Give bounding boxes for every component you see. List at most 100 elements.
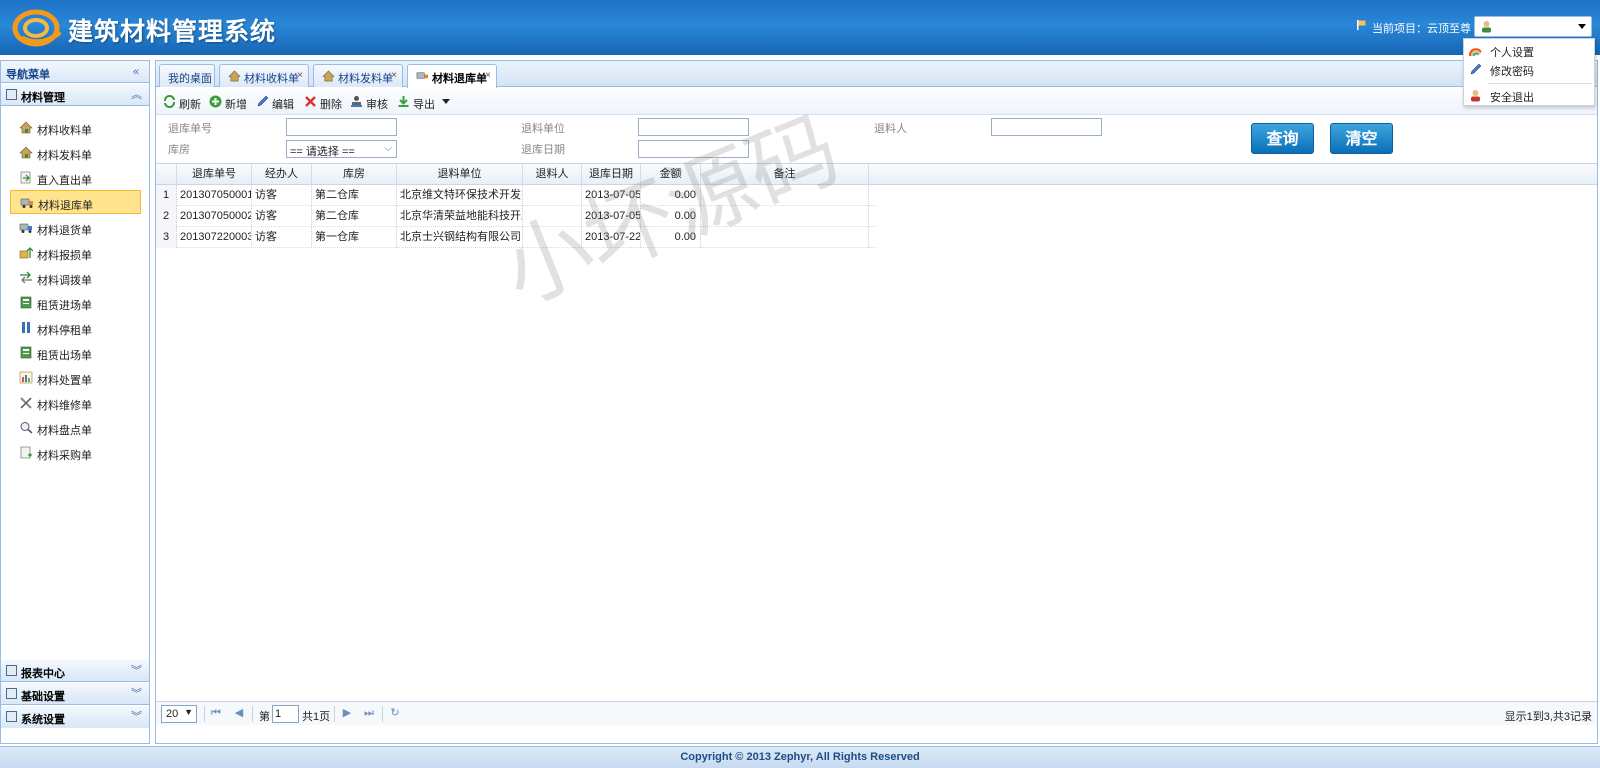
column-header[interactable]: 退料人: [523, 164, 582, 185]
chevron-down-icon: [1578, 24, 1586, 29]
delete-button[interactable]: 删除: [304, 94, 344, 111]
export-button[interactable]: 导出: [397, 94, 453, 111]
section-header-system-settings[interactable]: 系统设置 ︾: [1, 706, 149, 728]
last-page-icon[interactable]: ⏭: [363, 707, 375, 720]
table-row[interactable]: 2 201307050002 访客 第二仓库 北京华清荣益地能科技开发有 201…: [156, 206, 876, 227]
footer: Copyright © 2013 Zephyr, All Rights Rese…: [0, 746, 1600, 768]
page-number-input[interactable]: 1: [272, 705, 299, 723]
current-project-label: 当前项目：云顶至尊: [1372, 23, 1471, 35]
pencil-icon: [257, 95, 269, 107]
transfer-icon: [20, 271, 32, 284]
document-icon: [20, 171, 31, 184]
sidebar-item-material-receive[interactable]: 材料收料单: [10, 116, 141, 140]
column-header[interactable]: 库房: [312, 164, 397, 185]
column-header[interactable]: 金额: [641, 164, 701, 185]
table-row[interactable]: 3 201307220003 访客 第一仓库 北京士兴钢结构有限公司 2013-…: [156, 227, 876, 248]
chevron-up-double-icon: ︽: [131, 89, 142, 101]
clear-button[interactable]: 清空: [1330, 123, 1393, 154]
sidebar-item-material-loss[interactable]: 材料报损单: [10, 241, 141, 265]
page-total: 共1页: [302, 711, 331, 723]
section-icon: [6, 665, 17, 676]
data-grid: 退库单号 经办人 库房 退料单位 退料人 退库日期 金额 备注 1 201307…: [156, 163, 1597, 701]
column-header[interactable]: 退料单位: [397, 164, 523, 185]
returner-input[interactable]: [991, 118, 1102, 136]
sidebar-item-lease-in[interactable]: 租赁进场单: [10, 291, 141, 315]
menu-item-change-password[interactable]: 修改密码: [1464, 60, 1594, 79]
return-unit-input[interactable]: [638, 118, 749, 136]
next-page-icon[interactable]: ▶: [341, 707, 353, 720]
user-exit-icon: [1471, 90, 1480, 102]
refresh-icon: [164, 95, 175, 108]
menu-divider: [1488, 83, 1592, 84]
tab-material-return[interactable]: 材料退库单 ×: [407, 64, 497, 88]
close-icon[interactable]: ×: [485, 70, 491, 81]
user-dropdown-button[interactable]: [1474, 16, 1592, 37]
sidebar-item-material-return[interactable]: 材料退库单: [10, 190, 141, 214]
magnifier-icon: [20, 422, 33, 434]
reload-icon[interactable]: ↻: [389, 707, 401, 720]
tab-bar: 我的桌面 材料收料单 × 材料发料单 × 材料退库单 ×: [156, 61, 1597, 88]
page-size-select[interactable]: 20 ▼: [161, 705, 197, 723]
column-header[interactable]: 经办人: [252, 164, 312, 185]
logo-icon: [12, 9, 62, 47]
sidebar-item-lease-out[interactable]: 租赁出场单: [10, 341, 141, 365]
close-icon[interactable]: ×: [297, 70, 303, 81]
return-unit-label: 退料单位: [521, 123, 565, 135]
sidebar-header: 导航菜单 «: [1, 61, 149, 83]
sidebar: 导航菜单 « 材料管理 ︽ 材料收料单 材料发料单 直入直出单 材料退库单 材料…: [0, 60, 150, 744]
query-button[interactable]: 查询: [1251, 123, 1314, 154]
sidebar-item-material-repair[interactable]: 材料维修单: [10, 391, 141, 415]
table-row[interactable]: 1 201307050001 访客 第二仓库 北京维文特环保技术开发有限 201…: [156, 185, 876, 206]
sidebar-item-direct-in-out[interactable]: 直入直出单: [10, 166, 141, 190]
returner-label: 退料人: [874, 123, 907, 135]
add-button[interactable]: 新增: [209, 94, 249, 111]
sidebar-item-material-issue[interactable]: 材料发料单: [10, 141, 141, 165]
chevron-down-double-icon: ︾: [131, 665, 142, 677]
column-header[interactable]: 退库单号: [177, 164, 252, 185]
sidebar-item-material-purchase[interactable]: 材料采购单: [10, 441, 141, 465]
return-date-label: 退库日期: [521, 144, 565, 156]
sidebar-item-material-transfer[interactable]: 材料调拨单: [10, 266, 141, 290]
box-up-icon: [19, 247, 33, 259]
pager-divider: [382, 706, 383, 722]
sidebar-item-lease-stop[interactable]: 材料停租单: [10, 316, 141, 340]
sidebar-item-material-refund[interactable]: 材料退货单: [10, 216, 141, 240]
column-header[interactable]: 备注: [701, 164, 869, 185]
sidebar-item-material-disposal[interactable]: 材料处置单: [10, 366, 141, 390]
ledger-icon: [20, 296, 32, 309]
warehouse-select[interactable]: == 请选择 == ⌵: [286, 140, 397, 158]
collapse-sidebar-icon[interactable]: «: [131, 67, 141, 78]
section-header-material[interactable]: 材料管理 ︽: [1, 84, 149, 106]
tab-material-receive[interactable]: 材料收料单 ×: [219, 64, 309, 87]
chevron-down-double-icon: ︾: [131, 711, 142, 723]
chevron-down-icon: [442, 99, 450, 104]
edit-button[interactable]: 编辑: [256, 94, 296, 111]
tab-desktop[interactable]: 我的桌面: [159, 64, 215, 87]
menu-item-logout[interactable]: 安全退出: [1464, 86, 1594, 105]
column-header[interactable]: 退库日期: [582, 164, 641, 185]
copyright-text: Copyright © 2013 Zephyr, All Rights Rese…: [680, 751, 920, 763]
app-title: 建筑材料管理系统: [68, 17, 277, 46]
sidebar-item-material-inventory[interactable]: 材料盘点单: [10, 416, 141, 440]
flag-icon: [1357, 20, 1366, 30]
first-page-icon[interactable]: ⏮: [210, 707, 222, 720]
close-icon[interactable]: ×: [391, 70, 397, 81]
audit-button[interactable]: 审核: [350, 94, 390, 111]
section-header-basic-settings[interactable]: 基础设置 ︾: [1, 683, 149, 705]
menu-item-profile[interactable]: 个人设置: [1464, 41, 1594, 60]
pager-divider: [334, 706, 335, 722]
app-header: 建筑材料管理系统 当前项目：云顶至尊: [0, 0, 1600, 55]
pager-divider: [252, 706, 253, 722]
section-header-reports[interactable]: 报表中心 ︾: [1, 660, 149, 682]
chart-icon: [19, 371, 33, 384]
tab-material-issue[interactable]: 材料发料单 ×: [313, 64, 403, 87]
prev-page-icon[interactable]: ◀: [233, 707, 245, 720]
return-no-input[interactable]: [286, 118, 397, 136]
page-info: 显示1到3,共3记录: [1504, 711, 1592, 723]
pager: 20 ▼ ⏮ ◀ 第 1 共1页 ▶ ⏭ ↻ 显示1到3,共3记录: [156, 701, 1597, 725]
header-rownum: [156, 164, 177, 185]
refresh-button[interactable]: 刷新: [163, 94, 203, 111]
house-icon: [19, 121, 33, 134]
return-date-input[interactable]: [638, 140, 749, 158]
pager-divider: [204, 706, 205, 722]
